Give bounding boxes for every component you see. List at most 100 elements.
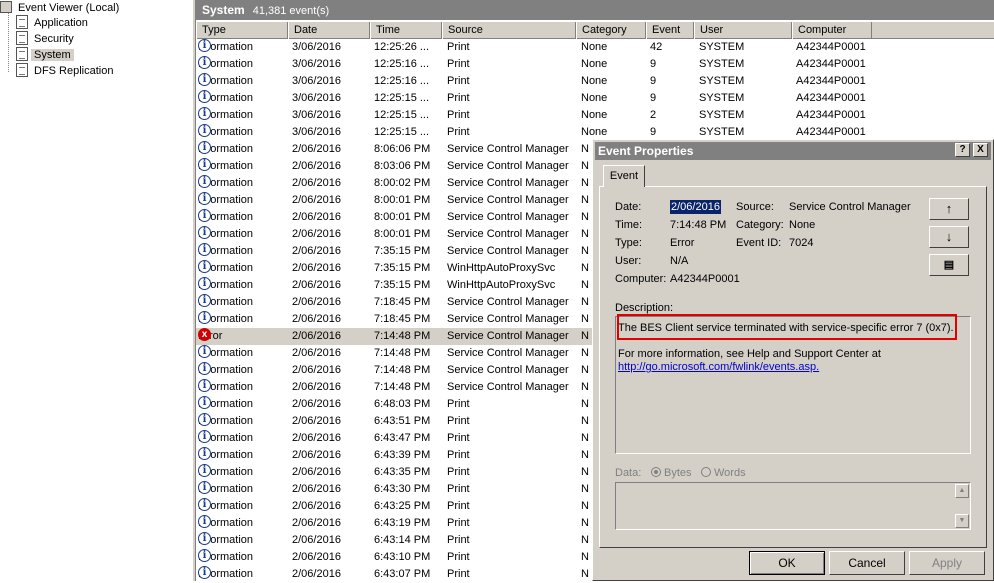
info-icon: i (198, 430, 211, 443)
source-cell: Print (447, 415, 470, 427)
event-cell: 9 (650, 92, 657, 104)
info-icon: i (198, 396, 211, 409)
col-time[interactable]: Time (370, 22, 442, 39)
computer-icon (0, 1, 12, 13)
computer-value: A42344P0001 (670, 273, 740, 285)
time-cell: 8:00:02 PM (374, 177, 431, 189)
col-date[interactable]: Date (288, 22, 370, 39)
time-cell: 6:43:07 PM (374, 568, 431, 580)
source-cell: Print (447, 41, 470, 53)
tree-item-system[interactable]: System (16, 47, 74, 63)
table-row[interactable]: i Information 3/06/2016 12:25:16 ... Print No… (196, 73, 994, 90)
time-cell: 7:18:45 PM (374, 313, 431, 325)
time-cell: 7:35:15 PM (374, 245, 431, 257)
tree-connector (8, 12, 9, 72)
table-row[interactable]: i Information 3/06/2016 12:25:26 ... Print No… (196, 39, 994, 56)
user-cell: SYSTEM (699, 109, 745, 121)
tree-root[interactable]: Event Viewer (Local) (0, 0, 122, 16)
info-icon: i (198, 549, 211, 562)
source-cell: Print (447, 551, 470, 563)
time-cell: 6:43:14 PM (374, 534, 431, 546)
log-icon (16, 31, 28, 45)
info-icon: i (198, 107, 211, 120)
tree-item-application[interactable]: Application (16, 15, 91, 31)
source-cell: Service Control Manager (447, 330, 569, 342)
category-cell: None (581, 41, 608, 53)
table-row[interactable]: i Information 3/06/2016 12:25:16 ... Print No… (196, 56, 994, 73)
time-cell: 6:43:10 PM (374, 551, 431, 563)
time-cell: 7:35:15 PM (374, 262, 431, 274)
table-row[interactable]: i Information 3/06/2016 12:25:15 ... Print No… (196, 90, 994, 107)
cancel-button[interactable]: Cancel (829, 551, 905, 575)
time-cell: 12:25:15 ... (374, 109, 430, 121)
user-cell: SYSTEM (699, 58, 745, 70)
date-cell: 2/06/2016 (292, 568, 341, 580)
time-cell: 7:14:48 PM (374, 330, 431, 342)
bytes-radio[interactable]: Bytes (651, 466, 692, 480)
copy-button[interactable]: ▤ (929, 254, 969, 276)
time-cell: 8:00:01 PM (374, 228, 431, 240)
words-radio[interactable]: Words (701, 466, 746, 480)
source-cell: Print (447, 568, 470, 580)
tree-item-label: System (31, 49, 74, 61)
info-icon: i (198, 124, 211, 137)
ok-button[interactable]: OK (749, 551, 825, 575)
col-event[interactable]: Event (646, 22, 694, 39)
type-cell: i Information (198, 430, 288, 447)
type-cell: i Information (198, 158, 288, 175)
col-type[interactable]: Type (196, 22, 288, 39)
info-icon: i (198, 498, 211, 511)
apply-button[interactable]: Apply (909, 551, 985, 575)
tab-event[interactable]: Event (603, 165, 645, 187)
date-cell: 2/06/2016 (292, 347, 341, 359)
tree-item-label: Application (34, 17, 88, 29)
time-cell: 6:43:30 PM (374, 483, 431, 495)
info-icon: i (198, 413, 211, 426)
category-cell: None (581, 75, 608, 87)
date-cell: 2/06/2016 (292, 517, 341, 529)
time-cell: 12:25:16 ... (374, 58, 430, 70)
col-computer[interactable]: Computer (792, 22, 872, 39)
words-label: Words (714, 467, 746, 479)
user-label: User: (615, 255, 642, 267)
source-cell: Service Control Manager (447, 160, 569, 172)
close-button[interactable]: X (973, 143, 988, 157)
date-cell: 3/06/2016 (292, 75, 341, 87)
error-icon: x (198, 328, 211, 341)
log-icon (16, 63, 28, 77)
type-cell: i Information (198, 107, 288, 124)
event-id-value: 7024 (789, 237, 814, 249)
info-icon: i (198, 243, 211, 256)
info-icon: i (198, 566, 211, 579)
user-value: N/A (670, 255, 689, 267)
scroll-up-icon[interactable]: ▲ (955, 484, 969, 498)
help-button[interactable]: ? (955, 143, 970, 157)
source-cell: Service Control Manager (447, 296, 569, 308)
time-cell: 8:06:06 PM (374, 143, 431, 155)
tree-item-security[interactable]: Security (16, 31, 77, 47)
data-box[interactable]: ▲ ▼ (615, 482, 971, 530)
date-cell: 3/06/2016 (292, 92, 341, 104)
col-source[interactable]: Source (442, 22, 576, 39)
col-category[interactable]: Category (576, 22, 646, 39)
dialog-titlebar[interactable]: Event Properties ? X (595, 142, 991, 160)
event-properties-dialog: Event Properties ? X Event Date: 2/06/20… (592, 139, 994, 581)
previous-event-button[interactable]: ↑ (929, 198, 969, 220)
scroll-down-icon[interactable]: ▼ (955, 514, 969, 528)
type-cell: i Information (198, 498, 288, 515)
source-cell: Service Control Manager (447, 381, 569, 393)
info-icon: i (198, 311, 211, 324)
next-event-button[interactable]: ↓ (929, 226, 969, 248)
info-icon: i (198, 277, 211, 290)
col-user[interactable]: User (694, 22, 792, 39)
type-cell: i Information (198, 90, 288, 107)
user-cell: SYSTEM (699, 75, 745, 87)
info-icon: i (198, 447, 211, 460)
info-icon: i (198, 175, 211, 188)
tree-item-dfs-replication[interactable]: DFS Replication (16, 63, 116, 79)
date-label: Date: (615, 201, 642, 213)
table-row[interactable]: i Information 3/06/2016 12:25:15 ... Print No… (196, 107, 994, 124)
help-link[interactable]: http://go.microsoft.com/fwlink/events.as… (618, 360, 819, 374)
source-cell: Service Control Manager (447, 313, 569, 325)
event-id-label: Event ID: (736, 237, 782, 249)
